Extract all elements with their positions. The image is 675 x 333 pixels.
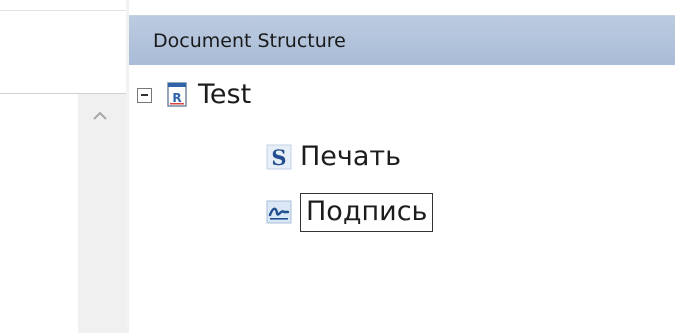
minus-icon — [141, 94, 148, 96]
tree-node-label: Печать — [300, 141, 402, 172]
collapse-toggle[interactable] — [137, 87, 152, 103]
stamp-s-icon: S — [266, 144, 292, 170]
left-pane — [0, 0, 126, 333]
document-structure-panel: Document Structure R Test S Печать Подпи… — [129, 0, 675, 333]
report-doc-icon: R — [164, 82, 190, 108]
svg-text:R: R — [172, 91, 181, 105]
svg-text:S: S — [271, 145, 286, 170]
app-window: Document Structure R Test S Печать Подпи… — [0, 0, 675, 333]
panel-header: Document Structure — [129, 15, 675, 65]
chevron-up-icon — [93, 111, 107, 120]
tree-node-pechat[interactable]: S Печать — [266, 134, 401, 180]
vertical-scrollbar[interactable] — [78, 94, 126, 333]
divider — [0, 10, 126, 11]
tree-node-label: Test — [198, 79, 252, 110]
scroll-up-button[interactable] — [88, 104, 112, 128]
tree-node-podpis[interactable]: Подпись — [266, 189, 434, 235]
panel-title: Document Structure — [153, 30, 346, 52]
tree-node-test[interactable]: R Test — [137, 72, 251, 118]
tree-node-label: Подпись — [300, 192, 434, 232]
signature-icon — [266, 199, 292, 225]
